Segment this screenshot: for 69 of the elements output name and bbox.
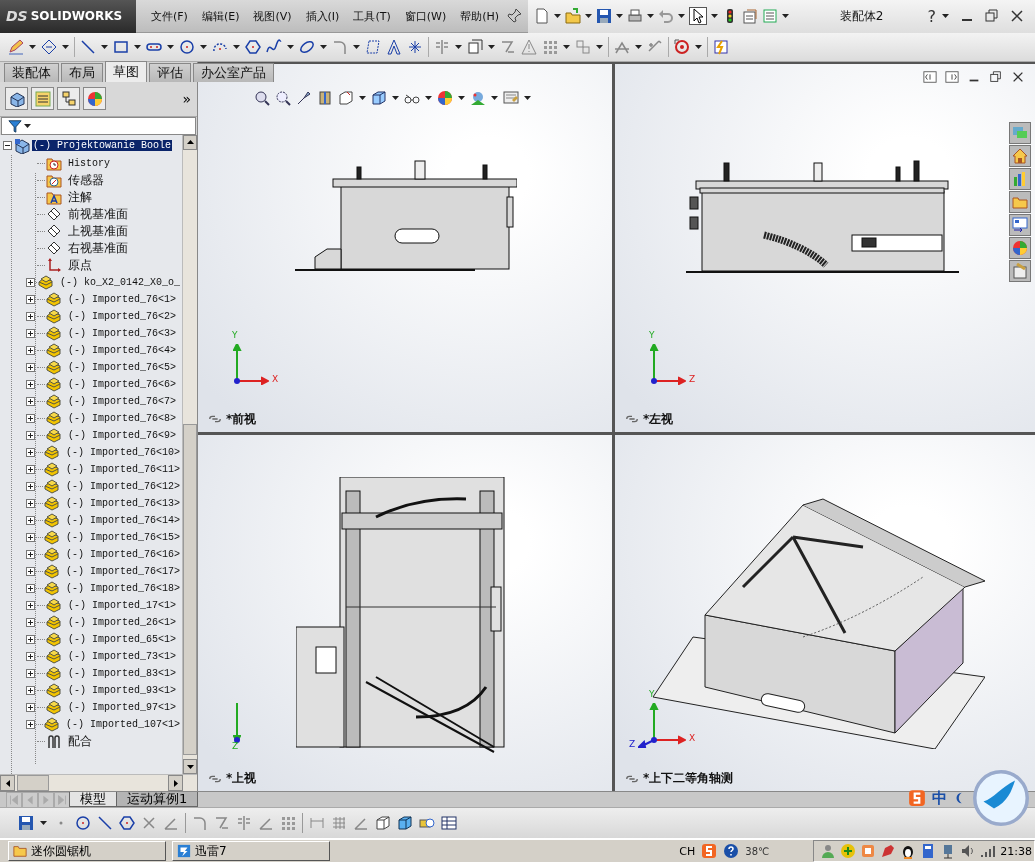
tree-item[interactable]: (-) Imported_83<1> [66, 667, 179, 679]
tree-item[interactable]: 前视基准面 [66, 205, 130, 223]
tree-item[interactable]: 注解 [66, 188, 94, 206]
tree-item[interactable]: (-) Imported_76<11> [63, 463, 182, 475]
axis-label: Z [232, 741, 239, 752]
menu-item[interactable]: 文件(F) [144, 8, 195, 24]
document-title: 装配体2 [839, 7, 884, 25]
command-tab[interactable]: 草图 [105, 60, 147, 82]
axis-label: Y [649, 329, 655, 340]
menu-item[interactable]: 工具(T) [346, 8, 398, 24]
tree-item[interactable]: (-) Imported_76<15> [63, 531, 182, 543]
tree-item[interactable]: (-) Imported_76<18> [63, 582, 182, 594]
tree-item[interactable]: (-) Imported_76<14> [63, 514, 182, 526]
more-tabs-button[interactable]: » [182, 90, 191, 107]
view-label: *上下二等角轴测 [643, 770, 734, 788]
bottom-tab[interactable]: 模型 [69, 792, 117, 808]
menu-item[interactable]: 编辑(E) [194, 8, 247, 24]
ime-mode[interactable]: 中 [932, 788, 947, 808]
language-indicator[interactable]: CH [679, 844, 696, 858]
tree-item[interactable]: (-) Imported_76<8> [66, 412, 179, 424]
tree-item[interactable]: 上视基准面 [66, 222, 130, 240]
tree-item[interactable]: (-) Imported_76<16> [63, 548, 182, 560]
menu-item[interactable]: 视图(V) [246, 8, 299, 24]
view-label: *上视 [226, 770, 257, 788]
taskbar-button[interactable]: 迷你圆锯机 [8, 841, 166, 861]
tree-item[interactable]: (-) Imported_76<1> [66, 293, 179, 305]
tree-item[interactable]: (-) Imported_107<1> [63, 718, 182, 730]
tree-item[interactable]: (-) Projektowanie Boole [32, 140, 173, 152]
axis-label: Y [232, 329, 238, 340]
tree-item[interactable]: 原点 [66, 256, 94, 274]
tree-item[interactable]: History [66, 157, 112, 169]
app-logo: SOLIDWORKS [30, 9, 123, 23]
tree-item[interactable]: (-) Imported_76<17> [63, 565, 182, 577]
clock: 21:38 [1000, 844, 1032, 858]
tree-item[interactable]: 配合 [66, 732, 94, 750]
tree-item[interactable]: (-) Imported_93<1> [66, 684, 179, 696]
tree-item[interactable]: (-) Imported_73<1> [66, 650, 179, 662]
tree-item[interactable]: (-) Imported_97<1> [66, 701, 179, 713]
tree-item[interactable]: (-) Imported_76<6> [66, 378, 179, 390]
axis-label: Y [649, 689, 655, 700]
tree-item[interactable]: (-) Imported_76<3> [66, 327, 179, 339]
tree-item[interactable]: (-) Imported_65<1> [66, 633, 179, 645]
menu-item[interactable]: 窗口(W) [397, 8, 454, 24]
tree-item[interactable]: (-) Imported_17<1> [66, 599, 179, 611]
logo-mark: DS [6, 8, 28, 24]
help-button[interactable]: ? [925, 6, 938, 26]
menu-item[interactable]: 帮助(H) [453, 8, 507, 24]
tree-item[interactable]: (-) Imported_76<10> [63, 446, 182, 458]
tree-item[interactable]: 右视基准面 [66, 239, 130, 257]
axis-label: Z [629, 739, 636, 750]
taskbar-button[interactable]: 迅雷7 [172, 841, 330, 861]
tree-item[interactable]: 传感器 [66, 171, 106, 189]
tree-item[interactable]: (-) Imported_76<4> [66, 344, 179, 356]
view-label: *左视 [643, 410, 674, 428]
tree-item[interactable]: (-) Imported_26<1> [66, 616, 179, 628]
axis-label: Z [689, 373, 696, 384]
view-label: *前视 [226, 410, 257, 428]
menu-item[interactable]: 插入(I) [298, 8, 347, 24]
tree-item[interactable]: (-) Imported_76<2> [66, 310, 179, 322]
axis-label: X [272, 373, 279, 384]
tree-item[interactable]: (-) Imported_76<13> [63, 497, 182, 509]
axis-label: X [689, 733, 696, 744]
tree-item[interactable]: (-) ko_X2_0142_X0_o_ [57, 276, 182, 288]
tree-item[interactable]: (-) Imported_76<9> [66, 429, 179, 441]
tree-item[interactable]: (-) Imported_76<12> [63, 480, 182, 492]
bottom-tab[interactable]: 运动算例1 [116, 792, 199, 808]
tree-item[interactable]: (-) Imported_76<7> [66, 395, 179, 407]
weather-text: 38℃ [745, 845, 771, 857]
tree-item[interactable]: (-) Imported_76<5> [66, 361, 179, 373]
